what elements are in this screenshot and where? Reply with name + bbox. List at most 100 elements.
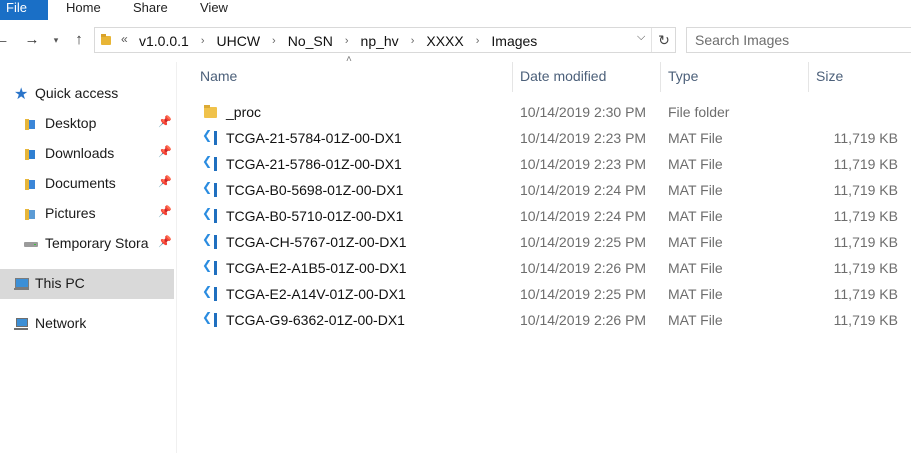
column-header-size[interactable]: Size [816,68,843,84]
breadcrumb-separator-icon[interactable]: › [201,35,205,47]
nav-item-pictures[interactable]: Pictures 📌 [0,199,174,229]
nav-item-documents[interactable]: Documents 📌 [0,169,174,199]
column-divider[interactable] [512,62,513,92]
file-row[interactable]: TCGA-21-5786-01Z-00-DX1 10/14/2019 2:23 … [196,151,906,177]
nav-item-desktop[interactable]: Desktop 📌 [0,109,174,139]
file-size: 11,719 KB [833,286,898,302]
up-arrow-icon[interactable]: ↑ [71,32,87,48]
file-name: TCGA-B0-5710-01Z-00-DX1 [226,208,404,224]
forward-arrow-icon[interactable]: → [24,32,40,48]
file-name: TCGA-21-5786-01Z-00-DX1 [226,156,402,172]
desktop-folder-icon [24,117,38,131]
breadcrumb-separator-icon[interactable]: › [476,35,480,47]
path-overflow-chevron-icon[interactable]: « [121,32,128,46]
file-date: 10/14/2019 2:25 PM [520,234,647,250]
column-header-name[interactable]: Name [200,68,237,84]
breadcrumb-item[interactable]: No_SN [288,33,333,49]
file-type: MAT File [668,156,723,172]
refresh-icon[interactable]: ↻ [651,28,676,52]
file-type: MAT File [668,286,723,302]
nav-item-label: Network [35,315,87,331]
nav-item-this-pc[interactable]: This PC [0,269,174,299]
file-type: MAT File [668,312,723,328]
vscode-file-icon [202,312,218,328]
network-icon [14,317,28,331]
nav-item-temporary-storage[interactable]: Temporary Stora 📌 [0,229,174,259]
breadcrumb-item[interactable]: v1.0.0.1 [139,33,189,49]
nav-item-label: Documents [45,175,116,191]
pane-divider[interactable] [176,62,177,453]
nav-item-network[interactable]: Network [0,309,174,339]
breadcrumb-separator-icon[interactable]: › [272,35,276,47]
vscode-file-icon [202,208,218,224]
search-input[interactable] [695,32,905,48]
file-size: 11,719 KB [833,260,898,276]
address-dropdown-chevron-icon[interactable]: ⌵ [637,31,645,44]
nav-item-label: Downloads [45,145,115,161]
file-row[interactable]: _proc 10/14/2019 2:30 PM File folder [196,99,906,125]
breadcrumb-separator-icon[interactable]: › [345,35,349,47]
search-box[interactable] [686,27,911,53]
file-type: File folder [668,104,730,120]
file-row[interactable]: TCGA-E2-A1B5-01Z-00-DX1 10/14/2019 2:26 … [196,255,906,281]
tab-view[interactable]: View [200,0,228,20]
file-name: TCGA-G9-6362-01Z-00-DX1 [226,312,405,328]
file-size: 11,719 KB [833,130,898,146]
file-name: TCGA-B0-5698-01Z-00-DX1 [226,182,404,198]
recent-locations-chevron-icon[interactable]: ▾ [48,32,64,48]
computer-icon [14,277,29,291]
file-row[interactable]: TCGA-G9-6362-01Z-00-DX1 10/14/2019 2:26 … [196,307,906,333]
file-date: 10/14/2019 2:26 PM [520,312,647,328]
file-date: 10/14/2019 2:26 PM [520,260,647,276]
pin-icon: 📌 [158,146,172,158]
file-row[interactable]: TCGA-E2-A14V-01Z-00-DX1 10/14/2019 2:25 … [196,281,906,307]
nav-item-quick-access[interactable]: Quick access [0,79,174,109]
file-date: 10/14/2019 2:23 PM [520,156,647,172]
breadcrumb-separator-icon[interactable]: › [411,35,415,47]
file-type: MAT File [668,208,723,224]
tab-share[interactable]: Share [133,0,168,20]
back-arrow-icon[interactable]: ← [0,32,10,48]
breadcrumb-item[interactable]: UHCW [217,33,261,49]
file-size: 11,719 KB [833,156,898,172]
file-size: 11,719 KB [833,312,898,328]
file-date: 10/14/2019 2:25 PM [520,286,647,302]
breadcrumb: v1.0.0.1 › UHCW › No_SN › np_hv › XXXX ›… [139,32,537,50]
file-type: MAT File [668,234,723,250]
file-row[interactable]: TCGA-B0-5698-01Z-00-DX1 10/14/2019 2:24 … [196,177,906,203]
vscode-file-icon [202,234,218,250]
breadcrumb-item-current[interactable]: Images [491,33,537,49]
file-type: MAT File [668,260,723,276]
folder-icon [101,34,113,46]
documents-folder-icon [24,177,38,191]
column-header-type[interactable]: Type [668,68,698,84]
vscode-file-icon [202,182,218,198]
nav-item-label: Temporary Stora [45,235,149,251]
file-name: TCGA-CH-5767-01Z-00-DX1 [226,234,407,250]
breadcrumb-item[interactable]: XXXX [426,33,463,49]
vscode-file-icon [202,156,218,172]
file-date: 10/14/2019 2:30 PM [520,104,647,120]
column-header-date-modified[interactable]: Date modified [520,68,606,84]
file-row[interactable]: TCGA-21-5784-01Z-00-DX1 10/14/2019 2:23 … [196,125,906,151]
column-divider[interactable] [660,62,661,92]
column-divider[interactable] [808,62,809,92]
file-row[interactable]: TCGA-B0-5710-01Z-00-DX1 10/14/2019 2:24 … [196,203,906,229]
address-bar[interactable]: « v1.0.0.1 › UHCW › No_SN › np_hv › XXXX… [94,27,676,53]
nav-item-downloads[interactable]: Downloads 📌 [0,139,174,169]
downloads-folder-icon [24,147,38,161]
sort-ascending-icon: ˄ [346,54,352,65]
breadcrumb-item[interactable]: np_hv [361,33,399,49]
file-row[interactable]: TCGA-CH-5767-01Z-00-DX1 10/14/2019 2:25 … [196,229,906,255]
tab-home[interactable]: Home [66,0,101,20]
ribbon: File Home Share View [0,0,911,20]
file-size: 11,719 KB [833,234,898,250]
nav-item-label: This PC [35,275,85,291]
vscode-file-icon [202,286,218,302]
tab-file[interactable]: File [0,0,48,20]
navigation-bar: ← → ▾ ↑ « v1.0.0.1 › UHCW › No_SN › np_h… [0,26,911,56]
drive-icon [24,237,38,251]
pin-icon: 📌 [158,236,172,248]
file-size: 11,719 KB [833,182,898,198]
file-type: MAT File [668,182,723,198]
